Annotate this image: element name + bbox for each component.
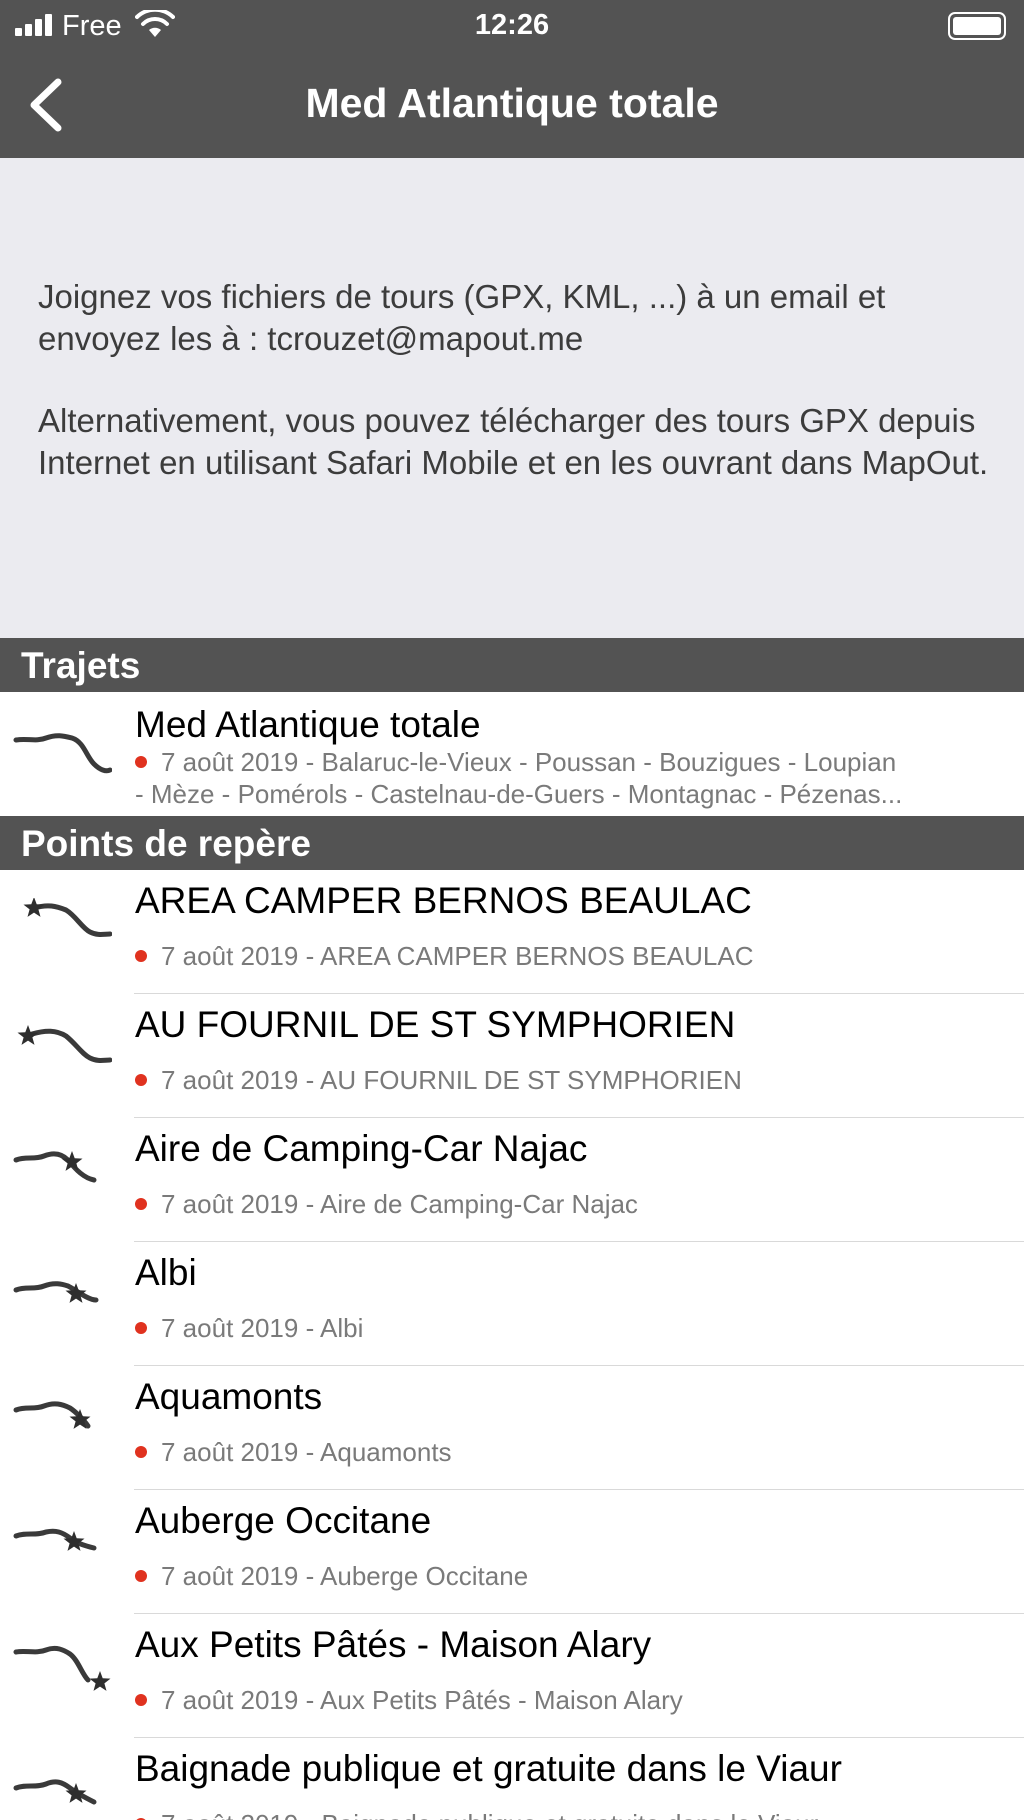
waypoint-thumbnail-icon (13, 1281, 99, 1303)
status-bar: Free 12:26 (0, 0, 1024, 52)
instructions-safari: Alternativement, vous pouvez télécharger… (38, 402, 989, 481)
navigation-bar: Med Atlantique totale (0, 52, 1024, 158)
waypoint-subtitle-text: 7 août 2019 - Aux Petits Pâtés - Maison … (161, 1685, 683, 1715)
status-dot (135, 1074, 147, 1086)
waypoint-row[interactable]: AU FOURNIL DE ST SYMPHORIEN 7 août 2019 -… (0, 994, 1024, 1118)
waypoint-row[interactable]: Baignade publique et gratuite dans le Vi… (0, 1738, 1024, 1820)
waypoint-subtitle: 7 août 2019 - AREA CAMPER BERNOS BEAULAC (135, 940, 1008, 972)
waypoint-thumbnail-icon (13, 1528, 97, 1551)
waypoint-row[interactable]: Auberge Occitane 7 août 2019 - Auberge Oc… (0, 1490, 1024, 1614)
waypoint-subtitle-text: 7 août 2019 - Albi (161, 1313, 364, 1343)
status-dot (135, 756, 147, 768)
waypoint-subtitle-text: 7 août 2019 - AU FOURNIL DE ST SYMPHORIE… (161, 1065, 742, 1095)
waypoint-subtitle: 7 août 2019 - AU FOURNIL DE ST SYMPHORIE… (135, 1064, 1008, 1096)
waypoint-title: Aquamonts (135, 1376, 323, 1417)
star-icon (89, 1671, 111, 1691)
waypoint-title: Auberge Occitane (135, 1500, 432, 1541)
track-subtitle-line2: - Mèze - Pomérols - Castelnau-de-Guers -… (135, 779, 903, 809)
waypoint-row[interactable]: Aire de Camping-Car Najac 7 août 2019 - A… (0, 1118, 1024, 1242)
instructions-email: Joignez vos fichiers de tours (GPX, KML,… (38, 278, 886, 357)
track-subtitle-line1: 7 août 2019 - Balaruc-le-Vieux - Poussan… (161, 747, 897, 777)
waypoint-title: Aux Petits Pâtés - Maison Alary (135, 1624, 652, 1665)
waypoint-subtitle-text: 7 août 2019 - AREA CAMPER BERNOS BEAULAC (161, 941, 754, 971)
section-header-trajets: Trajets (0, 638, 1024, 692)
track-title: Med Atlantique totale (135, 704, 481, 745)
waypoint-thumbnail-icon (17, 1025, 112, 1063)
waypoint-subtitle: 7 août 2019 - Aquamonts (135, 1436, 1008, 1468)
waypoint-title: AREA CAMPER BERNOS BEAULAC (135, 880, 752, 921)
page-title: Med Atlantique totale (305, 80, 719, 126)
waypoint-thumbnail-icon (13, 1645, 111, 1691)
waypoint-subtitle-text: 7 août 2019 - Auberge Occitane (161, 1561, 529, 1591)
waypoint-subtitle-text: 7 août 2019 - Aquamonts (161, 1437, 452, 1467)
waypoint-thumbnail-icon (23, 898, 112, 937)
status-time: 12:26 (474, 9, 550, 41)
import-instructions: Joignez vos fichiers de tours (GPX, KML,… (0, 158, 1024, 638)
top-bar: Free 12:26 Med Atlantique totale (0, 0, 1024, 158)
waypoint-thumbnail-icon (13, 1151, 97, 1183)
track-row[interactable]: Med Atlantique totale 7 août 2019 - Bala… (0, 692, 1024, 816)
waypoint-subtitle-text: 7 août 2019 - Baignade publique et gratu… (161, 1809, 818, 1820)
waypoint-subtitle: 7 août 2019 - Albi (135, 1312, 1008, 1344)
battery-tip (948, 12, 1006, 40)
waypoint-subtitle-text: 7 août 2019 - Aire de Camping-Car Najac (161, 1189, 638, 1219)
status-dot (135, 1570, 147, 1582)
waypoint-subtitle: 7 août 2019 - Aire de Camping-Car Najac (135, 1188, 1008, 1220)
waypoint-thumbnail-icon (13, 1401, 91, 1429)
status-dot (135, 1694, 147, 1706)
star-icon (17, 1025, 39, 1045)
track-subtitle: 7 août 2019 - Balaruc-le-Vieux - Poussan… (135, 746, 1008, 778)
waypoint-subtitle: 7 août 2019 - Auberge Occitane (135, 1560, 1008, 1592)
waypoint-row[interactable]: Albi 7 août 2019 - Albi (0, 1242, 1024, 1366)
waypoint-title: Baignade publique et gratuite dans le Vi… (135, 1748, 842, 1789)
waypoint-title: Aire de Camping-Car Najac (135, 1128, 588, 1169)
waypoint-subtitle: 7 août 2019 - Aux Petits Pâtés - Maison … (135, 1684, 1008, 1716)
track-thumbnail-icon (13, 733, 112, 774)
waypoint-row[interactable]: AREA CAMPER BERNOS BEAULAC 7 août 2019 - … (0, 870, 1024, 994)
waypoint-row[interactable]: Aquamonts 7 août 2019 - Aquamonts (0, 1366, 1024, 1490)
waypoint-thumbnail-icon (13, 1779, 97, 1805)
waypoint-title: Albi (135, 1252, 197, 1293)
status-dot (135, 1198, 147, 1210)
waypoint-row[interactable]: Aux Petits Pâtés - Maison Alary 7 août 20… (0, 1614, 1024, 1738)
status-dot (135, 1446, 147, 1458)
section-header-points: Points de repère (0, 816, 1024, 870)
waypoint-title: AU FOURNIL DE ST SYMPHORIEN (135, 1004, 736, 1045)
status-dot (135, 1322, 147, 1334)
status-dot (135, 950, 147, 962)
waypoint-subtitle: 7 août 2019 - Baignade publique et gratu… (135, 1808, 1008, 1820)
